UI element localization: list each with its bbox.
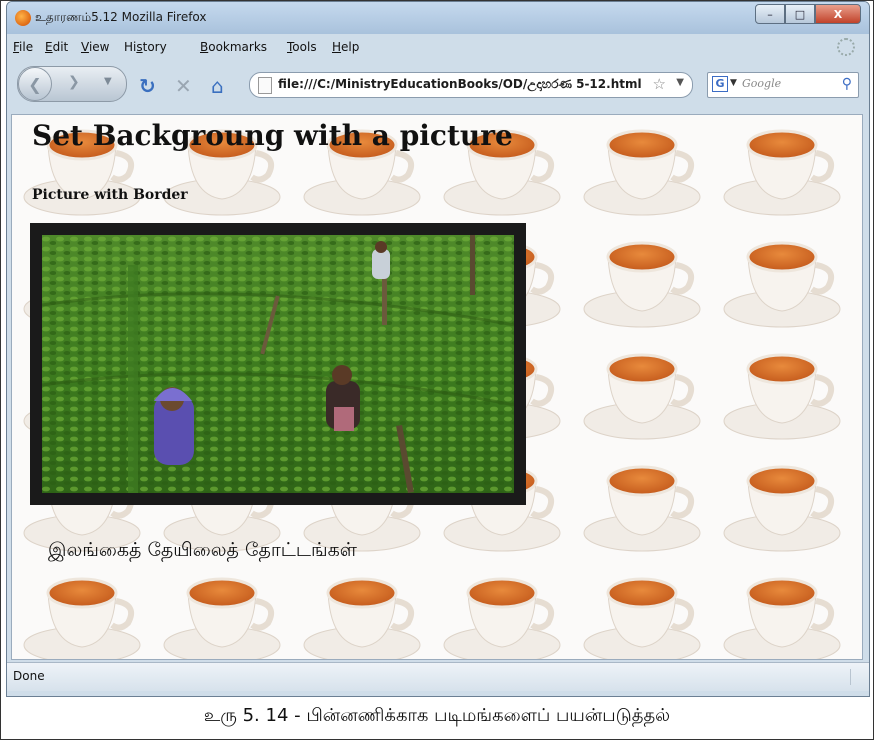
- tea-plantation-photo: [42, 235, 514, 493]
- title-bar[interactable]: உதாரணம்5.12 Mozilla Firefox – □ X: [7, 2, 869, 34]
- reload-icon[interactable]: ↻: [139, 74, 156, 98]
- page-content: Set Backgroung with a picture Picture wi…: [11, 114, 863, 660]
- search-input[interactable]: Google: [742, 77, 781, 90]
- menu-history[interactable]: History: [124, 40, 167, 54]
- menu-edit[interactable]: Edit: [45, 40, 68, 54]
- page-heading: Set Backgroung with a picture: [32, 119, 513, 152]
- firefox-window: உதாரணம்5.12 Mozilla Firefox – □ X File E…: [6, 1, 870, 697]
- back-button[interactable]: ❮: [18, 67, 52, 101]
- menu-bar: File Edit View History Bookmarks Tools H…: [7, 36, 869, 58]
- minimize-button[interactable]: –: [755, 4, 785, 24]
- back-forward-group: ❮ ❯ ▼: [17, 66, 127, 102]
- url-bar[interactable]: file:///C:/MinistryEducationBooks/OD/උදා…: [249, 72, 693, 98]
- figure-caption: உரு 5. 14 - பின்னணிக்காக படிமங்களைப் பயன…: [203, 705, 671, 726]
- picture-caption: இலங்கைத் தேயிலைத் தோட்டங்கள்: [48, 539, 357, 561]
- search-engine-icon[interactable]: G: [712, 76, 728, 92]
- url-text[interactable]: file:///C:/MinistryEducationBooks/OD/උදා…: [278, 77, 642, 92]
- search-bar[interactable]: G ▼ Google ⚲: [707, 72, 859, 98]
- menu-tools[interactable]: Tools: [287, 40, 317, 54]
- resize-grip-icon[interactable]: [850, 669, 865, 685]
- menu-file[interactable]: File: [13, 40, 33, 54]
- menu-bookmarks[interactable]: Bookmarks: [200, 40, 267, 54]
- window-title: உதாரணம்5.12 Mozilla Firefox: [35, 10, 207, 24]
- maximize-button[interactable]: □: [785, 4, 815, 24]
- url-dropdown-icon[interactable]: ▼: [676, 77, 684, 88]
- window-controls: – □ X: [755, 4, 861, 24]
- home-icon[interactable]: ⌂: [211, 74, 224, 98]
- history-dropdown-icon[interactable]: ▼: [104, 76, 112, 87]
- forward-button[interactable]: ❯: [68, 74, 80, 90]
- forward-arrow-icon: ❯: [68, 74, 80, 90]
- navigation-toolbar: ❮ ❯ ▼ ↻ ✕ ⌂ file:///C:/MinistryEducation…: [7, 60, 869, 110]
- worker-figure: [154, 387, 194, 465]
- firefox-logo-icon: [15, 10, 31, 26]
- status-text: Done: [13, 669, 45, 683]
- page-subheading: Picture with Border: [32, 187, 188, 203]
- page-icon: [258, 77, 272, 94]
- menu-help[interactable]: Help: [332, 40, 359, 54]
- search-icon[interactable]: ⚲: [842, 76, 852, 92]
- stop-icon[interactable]: ✕: [175, 74, 192, 98]
- status-bar: Done: [7, 662, 869, 691]
- menu-view[interactable]: View: [81, 40, 109, 54]
- bordered-picture: [30, 223, 526, 505]
- activity-throbber-icon: [837, 38, 855, 56]
- back-arrow-icon: ❮: [28, 74, 42, 94]
- close-button[interactable]: X: [815, 4, 861, 24]
- search-engine-dropdown-icon[interactable]: ▼: [730, 78, 737, 88]
- bookmark-star-icon[interactable]: ☆: [653, 75, 666, 93]
- figure-frame: உதாரணம்5.12 Mozilla Firefox – □ X File E…: [0, 0, 874, 740]
